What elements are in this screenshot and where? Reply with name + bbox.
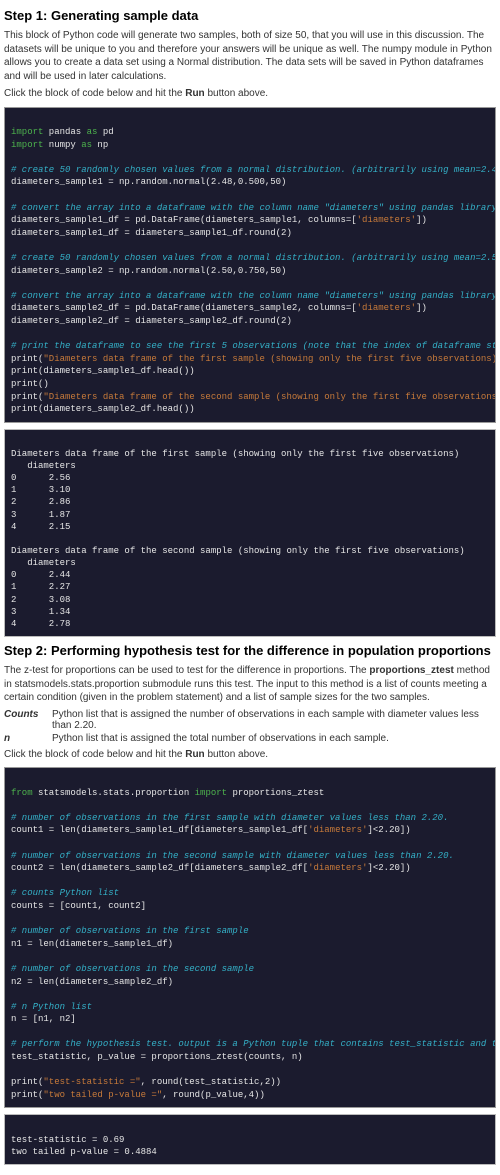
run-label-2: Run bbox=[185, 749, 204, 760]
code-cell-2[interactable]: from statsmodels.stats.proportion import… bbox=[4, 767, 496, 1108]
run-label: Run bbox=[185, 88, 204, 99]
step1-title: Step 1: Generating sample data bbox=[4, 8, 496, 23]
method-name: proportions_ztest bbox=[369, 665, 453, 676]
step1-para1: This block of Python code will generate … bbox=[4, 29, 496, 83]
def-desc-counts: Python list that is assigned the number … bbox=[52, 709, 496, 731]
definitions: Counts Python list that is assigned the … bbox=[4, 709, 496, 744]
step2-title: Step 2: Performing hypothesis test for t… bbox=[4, 643, 496, 658]
code-cell-1[interactable]: import pandas as pd import numpy as np #… bbox=[4, 107, 496, 423]
def-term-n: n bbox=[4, 733, 52, 744]
step1-para2: Click the block of code below and hit th… bbox=[4, 87, 496, 101]
output-cell-1: Diameters data frame of the first sample… bbox=[4, 429, 496, 637]
def-desc-n: Python list that is assigned the total n… bbox=[52, 733, 496, 744]
def-term-counts: Counts bbox=[4, 709, 52, 731]
step2-para2: Click the block of code below and hit th… bbox=[4, 748, 496, 762]
output-cell-2: test-statistic = 0.69 two tailed p-value… bbox=[4, 1114, 496, 1164]
step2-para1: The z-test for proportions can be used t… bbox=[4, 664, 496, 705]
